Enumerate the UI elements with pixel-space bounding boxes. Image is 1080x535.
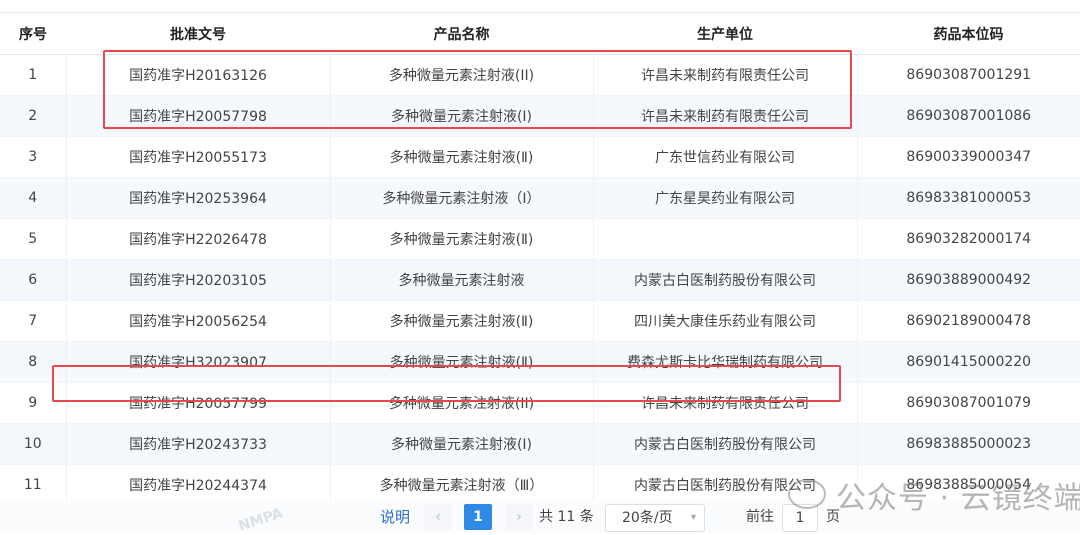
table-row[interactable]: 9 国药准字H20057799 多种微量元素注射液(II) 许昌未来制药有限责任公司 8… — [0, 382, 1080, 424]
help-link[interactable]: 说明 — [380, 504, 410, 530]
cell-code: 86903889000492 — [857, 259, 1080, 301]
column-header-code: 药品本位码 — [857, 13, 1080, 55]
cell-no: 6 — [0, 259, 67, 301]
cell-maker — [593, 218, 858, 260]
cell-product: 多种微量元素注射液(Ⅱ) — [330, 341, 594, 383]
cell-approval: 国药准字H20055173 — [66, 136, 331, 178]
goto-label: 前往 — [746, 509, 774, 525]
top-border — [0, 0, 1080, 13]
table-row[interactable]: 8 国药准字H32023907 多种微量元素注射液(Ⅱ) 费森尤斯卡比华瑞制药有限公司… — [0, 341, 1080, 383]
cell-no: 10 — [0, 423, 67, 465]
cell-no: 7 — [0, 300, 67, 342]
wechat-watermark: 公众号 · 云镜终端 — [788, 473, 1080, 516]
table-header-row: 序号 批准文号 产品名称 生产单位 药品本位码 — [0, 13, 1080, 55]
next-page-button[interactable]: › — [505, 504, 533, 530]
cell-maker: 内蒙古白医制药股份有限公司 — [593, 423, 858, 465]
drug-table: 序号 批准文号 产品名称 生产单位 药品本位码 1 国药准字H20163126 多种… — [0, 13, 1080, 506]
cell-code: 86902189000478 — [857, 300, 1080, 342]
cell-maker: 四川美大康佳乐药业有限公司 — [593, 300, 858, 342]
cell-code: 86903087001079 — [857, 382, 1080, 424]
cell-maker: 内蒙古白医制药股份有限公司 — [593, 259, 858, 301]
cell-approval: 国药准字H20057798 — [66, 95, 331, 137]
cell-no: 1 — [0, 54, 67, 96]
cell-maker: 广东星昊药业有限公司 — [593, 177, 858, 219]
cell-maker: 许昌未来制药有限责任公司 — [593, 382, 858, 424]
cell-approval: 国药准字H20253964 — [66, 177, 331, 219]
column-header-product: 产品名称 — [330, 13, 593, 55]
table-row[interactable]: 7 国药准字H20056254 多种微量元素注射液(Ⅱ) 四川美大康佳乐药业有限公司 8… — [0, 300, 1080, 342]
cell-code: 86903087001086 — [857, 95, 1080, 137]
cell-product: 多种微量元素注射液(Ⅱ) — [330, 136, 594, 178]
table-row[interactable]: 5 国药准字H22026478 多种微量元素注射液(Ⅱ) 86903282000174 — [0, 218, 1080, 260]
cell-maker: 许昌未来制药有限责任公司 — [593, 54, 858, 96]
cell-approval: 国药准字H20243733 — [66, 423, 331, 465]
cell-approval: 国药准字H20203105 — [66, 259, 331, 301]
page-size-value: 20条/页 — [622, 510, 673, 526]
table-row[interactable]: 6 国药准字H20203105 多种微量元素注射液 内蒙古白医制药股份有限公司 8690… — [0, 259, 1080, 301]
cell-no: 8 — [0, 341, 67, 383]
cell-no: 2 — [0, 95, 67, 137]
cell-product: 多种微量元素注射液（I） — [330, 177, 594, 219]
cell-product: 多种微量元素注射液 — [330, 259, 594, 301]
cell-approval: 国药准字H20056254 — [66, 300, 331, 342]
total-count: 共 11 条 — [539, 509, 594, 525]
cell-maker: 许昌未来制药有限责任公司 — [593, 95, 858, 137]
cell-code: 86903282000174 — [857, 218, 1080, 260]
cell-product: 多种微量元素注射液(I) — [330, 95, 594, 137]
wechat-logo-icon — [788, 479, 826, 509]
cell-approval: 国药准字H32023907 — [66, 341, 331, 383]
cell-code: 86900339000347 — [857, 136, 1080, 178]
chevron-down-icon: ▾ — [690, 512, 696, 523]
table-row[interactable]: 10 国药准字H20243733 多种微量元素注射液(Ⅰ) 内蒙古白医制药股份有限公司… — [0, 423, 1080, 465]
watermark-text: 公众号 · 云镜终端 — [836, 481, 1080, 516]
cell-no: 4 — [0, 177, 67, 219]
cell-approval: 国药准字H20057799 — [66, 382, 331, 424]
cell-approval: 国药准字H22026478 — [66, 218, 331, 260]
prev-page-button[interactable]: ‹ — [424, 504, 452, 530]
table-row[interactable]: 4 国药准字H20253964 多种微量元素注射液（I） 广东星昊药业有限公司 8698… — [0, 177, 1080, 219]
cell-no: 9 — [0, 382, 67, 424]
cell-no: 3 — [0, 136, 67, 178]
column-header-no: 序号 — [0, 13, 66, 55]
page-size-select[interactable]: 20条/页 ▾ — [605, 504, 705, 532]
current-page-button[interactable]: 1 — [464, 504, 492, 530]
cell-code: 86901415000220 — [857, 341, 1080, 383]
cell-maker: 广东世信药业有限公司 — [593, 136, 858, 178]
cell-code: 86903087001291 — [857, 54, 1080, 96]
cell-product: 多种微量元素注射液(II) — [330, 382, 594, 424]
cell-product: 多种微量元素注射液(II) — [330, 54, 594, 96]
cell-maker: 费森尤斯卡比华瑞制药有限公司 — [593, 341, 858, 383]
column-header-maker: 生产单位 — [593, 13, 857, 55]
table-row[interactable]: 3 国药准字H20055173 多种微量元素注射液(Ⅱ) 广东世信药业有限公司 8690… — [0, 136, 1080, 178]
column-header-approval: 批准文号 — [66, 13, 330, 55]
cell-product: 多种微量元素注射液(Ⅰ) — [330, 423, 594, 465]
table-row[interactable]: 2 国药准字H20057798 多种微量元素注射液(I) 许昌未来制药有限责任公司 86… — [0, 95, 1080, 137]
cell-approval: 国药准字H20163126 — [66, 54, 331, 96]
cell-code: 86983381000053 — [857, 177, 1080, 219]
cell-no: 5 — [0, 218, 67, 260]
cell-product: 多种微量元素注射液(Ⅱ) — [330, 300, 594, 342]
cell-code: 86983885000023 — [857, 423, 1080, 465]
cell-product: 多种微量元素注射液(Ⅱ) — [330, 218, 594, 260]
table-row[interactable]: 1 国药准字H20163126 多种微量元素注射液(II) 许昌未来制药有限责任公司 8… — [0, 54, 1080, 96]
